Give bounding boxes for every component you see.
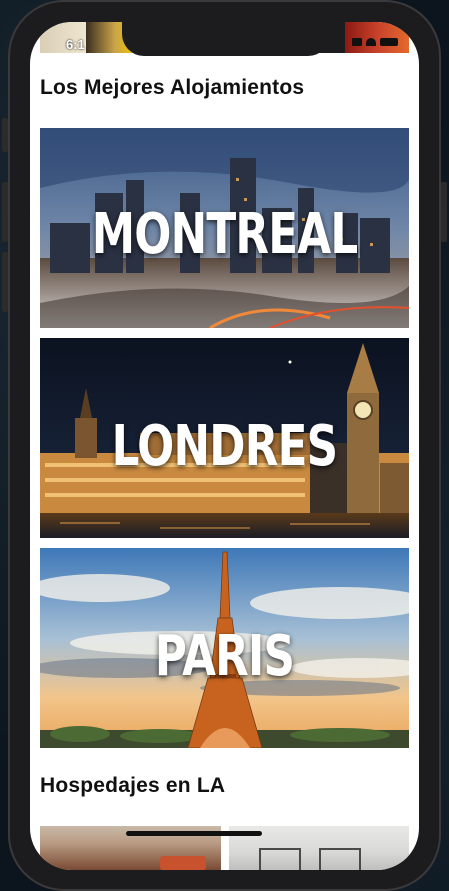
status-icons [352, 38, 398, 46]
city-card-montreal[interactable]: MONTREAL [40, 128, 409, 328]
city-card-paris[interactable]: PARIS [40, 548, 409, 748]
listing-photo-detail [318, 848, 361, 870]
city-card-londres[interactable]: LONDRES [40, 338, 409, 538]
listing-photo-detail [160, 856, 206, 870]
power-button [441, 182, 447, 242]
signal-icon [352, 38, 362, 46]
listing-photo-detail [258, 848, 301, 870]
home-indicator[interactable] [126, 831, 262, 836]
city-name-montreal: MONTREAL [91, 202, 359, 267]
section-title-best-stays: Los Mejores Alojamientos [40, 76, 305, 99]
status-time: 6:1 [66, 37, 85, 52]
battery-icon [380, 38, 398, 46]
city-name-paris: PARIS [154, 624, 295, 689]
app-screen[interactable]: Los Mejores Alojamientos MONTREAL LONDRE… [30, 22, 419, 870]
section-title-la-stays: Hospedajes en LA [40, 774, 226, 797]
city-name-londres: LONDRES [111, 414, 338, 479]
wifi-icon [366, 38, 376, 46]
notch [122, 22, 330, 56]
